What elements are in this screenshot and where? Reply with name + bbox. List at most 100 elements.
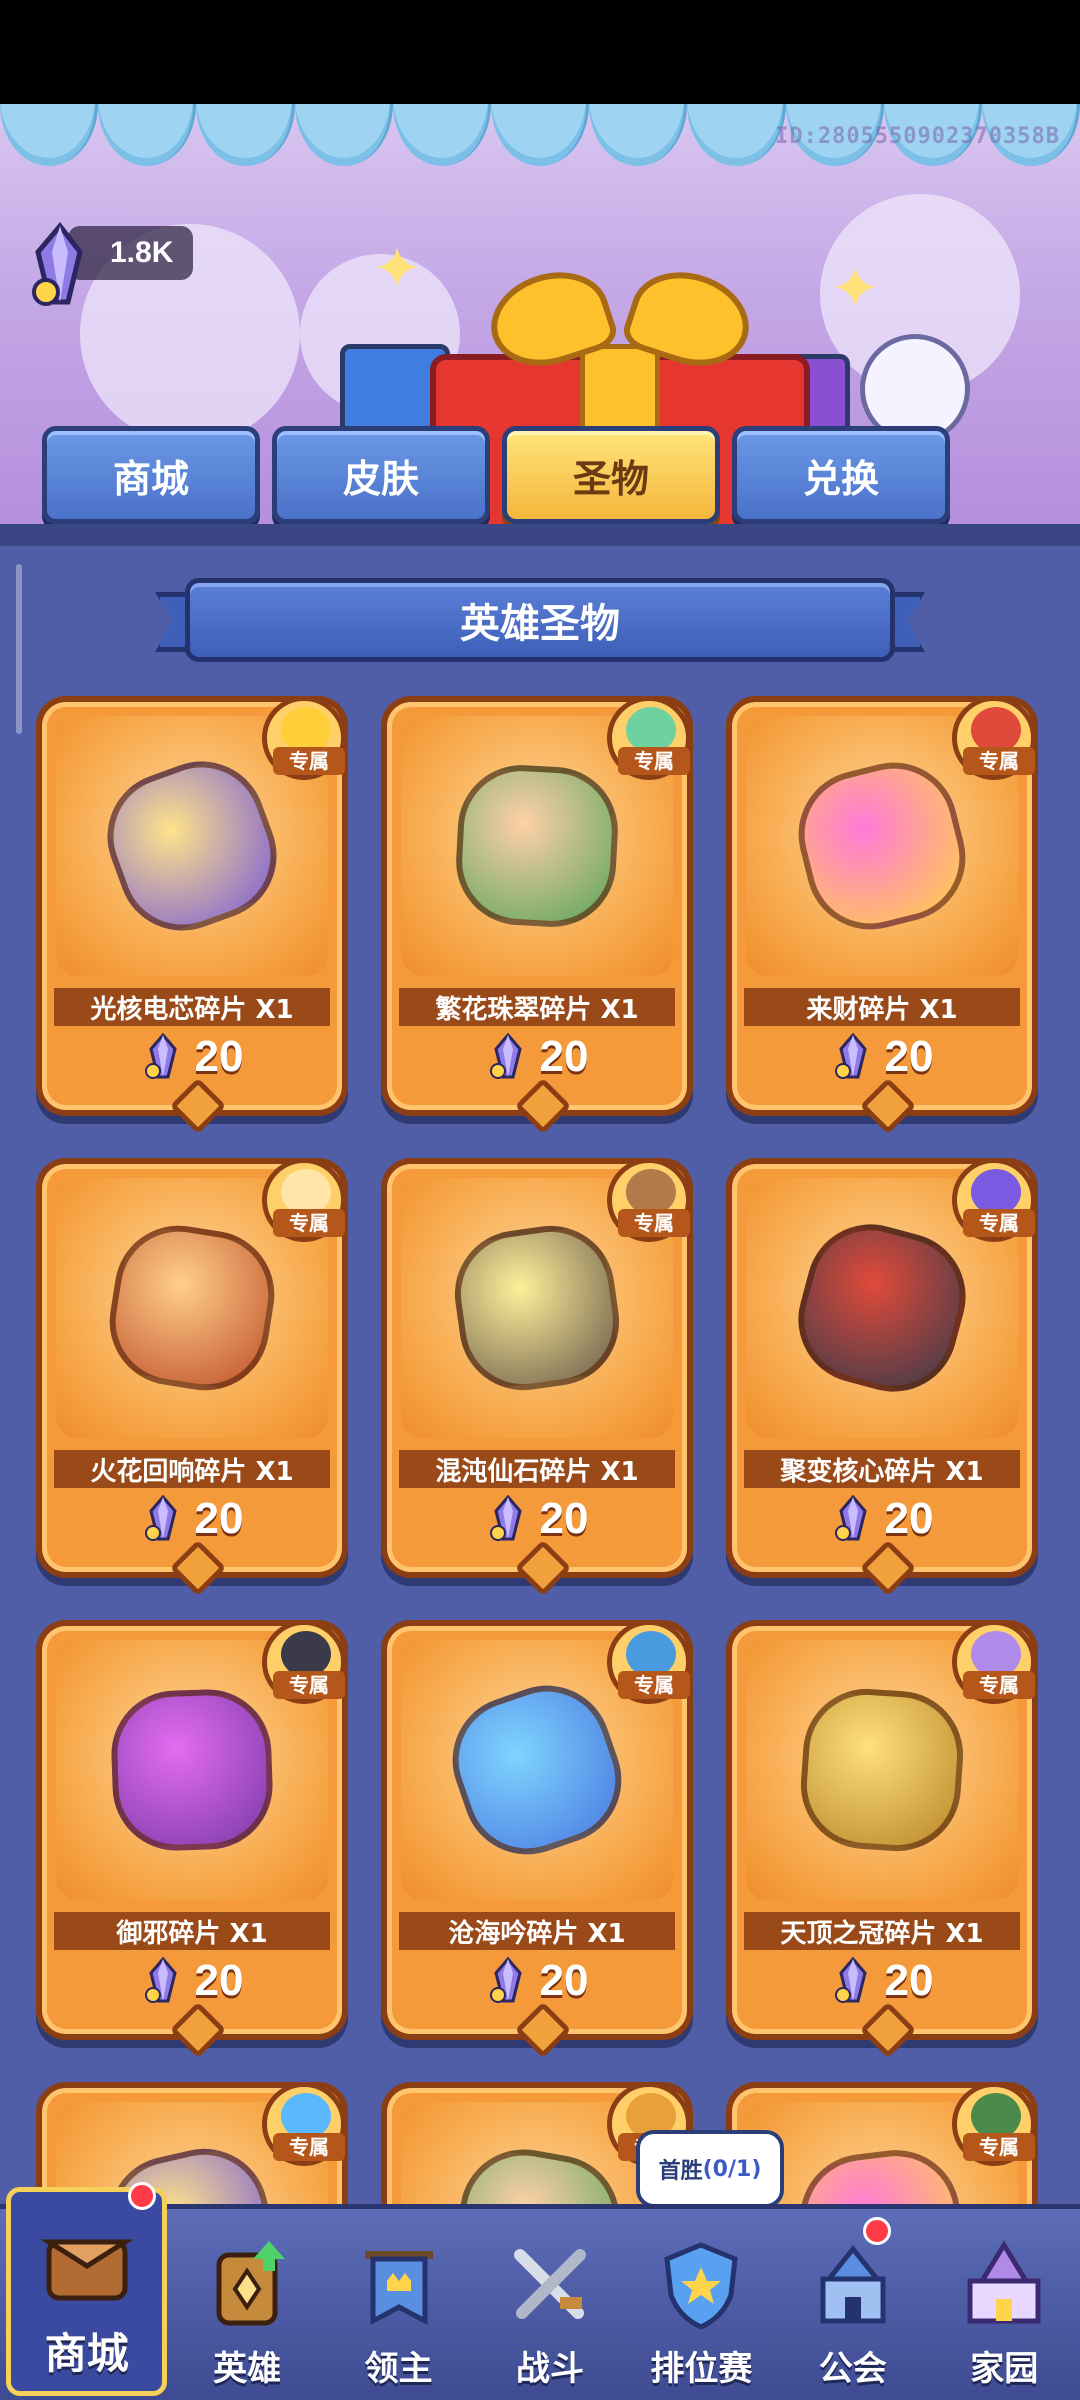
price-value: 20 [884, 1032, 934, 1081]
card-gem-decoration [169, 1077, 227, 1135]
relic-card[interactable]: 专属来财碎片 X1 20 [726, 696, 1038, 1135]
exclusive-tag: 专属 [273, 1209, 345, 1237]
first-win-label: 首胜 [658, 2159, 703, 2184]
relic-card[interactable]: 专属 繁花珠翠碎片 X1 20 [381, 696, 693, 1135]
shop-icon [40, 2239, 134, 2301]
price-value: 20 [539, 1494, 589, 1543]
card-gem-decoration [514, 2001, 572, 2059]
card-gem-decoration [514, 1077, 572, 1135]
relic-price[interactable]: 20 [42, 1494, 342, 1544]
tab-relics[interactable]: 圣物 [502, 426, 720, 524]
relic-name: 火花回响碎片 X1 [54, 1450, 330, 1488]
relic-price[interactable]: 20 [732, 1032, 1032, 1082]
relic-card[interactable]: 专属火花回响碎片 X1 20 [36, 1158, 348, 1597]
relic-card[interactable]: 专属 [36, 2082, 348, 2204]
tab-skins[interactable]: 皮肤 [272, 426, 490, 524]
price-value: 20 [539, 1032, 589, 1081]
price-value: 20 [539, 1956, 589, 2005]
relic-shop-content[interactable]: 英雄圣物 专属 光核电芯碎片 X1 20 专属 繁花珠翠碎片 X1 20 专属 来财碎片 X1… [0, 524, 1080, 2204]
nav-ranked[interactable]: 排位赛 [626, 2209, 777, 2400]
home-castle-icon [967, 2240, 1041, 2324]
exclusive-hero-badge: 专属 [952, 1620, 1036, 1704]
relic-name: 沧海吟碎片 X1 [399, 1912, 675, 1950]
exclusive-hero-badge: 专属 [262, 2082, 346, 2166]
crystal-currency-icon [489, 1957, 522, 2003]
exclusive-tag: 专属 [963, 2133, 1035, 2161]
nav-hero[interactable]: 英雄 [171, 2209, 322, 2400]
section-header: 英雄圣物 [155, 570, 925, 670]
currency-display[interactable]: 1.8K [20, 222, 194, 306]
exclusive-hero-badge: 专属 [607, 1620, 691, 1704]
relic-price[interactable]: 20 [42, 1956, 342, 2006]
sparkle-icon: ✦ [830, 254, 881, 324]
exclusive-tag: 专属 [273, 2133, 345, 2161]
crystal-currency-icon [144, 1033, 177, 1079]
nav-battle[interactable]: 战斗 [474, 2209, 625, 2400]
relic-name: 天顶之冠碎片 X1 [744, 1912, 1020, 1950]
card-gem-decoration [169, 2001, 227, 2059]
sparkle-icon: ✦ [372, 234, 423, 304]
relic-name: 聚变核心碎片 X1 [744, 1450, 1020, 1488]
card-gem-decoration [859, 1077, 917, 1135]
relic-price[interactable]: 20 [732, 1956, 1032, 2006]
relic-price[interactable]: 20 [387, 1032, 687, 1082]
exclusive-hero-badge: 专属 [952, 696, 1036, 780]
tab-shop[interactable]: 商城 [42, 426, 260, 524]
crystal-currency-icon [489, 1495, 522, 1541]
exclusive-tag: 专属 [273, 1671, 345, 1699]
exclusive-hero-badge: 专属 [952, 1158, 1036, 1242]
crystal-currency-icon [834, 1957, 867, 2003]
exclusive-hero-badge: 专属 [607, 1158, 691, 1242]
price-value: 20 [194, 1032, 244, 1081]
section-title: 英雄圣物 [185, 578, 895, 662]
nav-shop[interactable]: 商城 [6, 2182, 168, 2396]
crystal-currency-icon [834, 1033, 867, 1079]
first-win-tooltip: 首胜 (0/1) [636, 2130, 784, 2208]
card-gem-decoration [859, 2001, 917, 2059]
relic-price[interactable]: 20 [732, 1494, 1032, 1544]
crystal-currency-icon [144, 1957, 177, 2003]
notification-dot [862, 2217, 891, 2245]
relic-name: 来财碎片 X1 [744, 988, 1020, 1026]
relic-name: 混沌仙石碎片 X1 [399, 1450, 675, 1488]
crystal-currency-icon [32, 222, 83, 306]
relic-card[interactable]: 专属沧海吟碎片 X1 20 [381, 1620, 693, 2059]
relic-card[interactable]: 专属御邪碎片 X1 20 [36, 1620, 348, 2059]
relic-price[interactable]: 20 [387, 1956, 687, 2006]
user-id-watermark: ID:2805550902370358B [775, 124, 1060, 149]
exclusive-hero-badge: 专属 [607, 696, 691, 780]
crystal-currency-icon [144, 1495, 177, 1541]
exclusive-hero-badge: 专属 [952, 2082, 1036, 2166]
first-win-progress: (0/1) [702, 2156, 762, 2182]
exclusive-tag: 专属 [273, 747, 345, 775]
relic-card[interactable]: 专属光核电芯碎片 X1 20 [36, 696, 348, 1135]
tab-exchange[interactable]: 兑换 [732, 426, 950, 524]
exclusive-tag: 专属 [618, 1671, 690, 1699]
bottom-navigation: 商城 英雄 领主 战斗 排位赛 公会 家园 [0, 2182, 1080, 2400]
hero-card-icon [216, 2241, 286, 2326]
nav-home[interactable]: 家园 [929, 2209, 1080, 2400]
relic-name: 御邪碎片 X1 [54, 1912, 330, 1950]
nav-lord[interactable]: 领主 [323, 2209, 474, 2400]
exclusive-tag: 专属 [618, 1209, 690, 1237]
nav-guild[interactable]: 公会 [777, 2209, 928, 2400]
card-gem-decoration [859, 1539, 917, 1597]
relic-price[interactable]: 20 [387, 1494, 687, 1544]
notification-dot [128, 2182, 157, 2210]
crossed-swords-icon [513, 2249, 586, 2319]
price-value: 20 [884, 1494, 934, 1543]
exclusive-tag: 专属 [963, 1209, 1035, 1237]
exclusive-hero-badge: 专属 [262, 1620, 346, 1704]
relic-card[interactable]: 专属混沌仙石碎片 X1 20 [381, 1158, 693, 1597]
guild-castle-icon [820, 2244, 886, 2324]
price-value: 20 [194, 1956, 244, 2005]
relic-name: 光核电芯碎片 X1 [54, 988, 330, 1026]
relic-card[interactable]: 专属聚变核心碎片 X1 20 [726, 1158, 1038, 1597]
scrollbar[interactable] [16, 564, 22, 734]
relic-price[interactable]: 20 [42, 1032, 342, 1082]
exclusive-hero-badge: 专属 [262, 1158, 346, 1242]
exclusive-tag: 专属 [618, 747, 690, 775]
exclusive-hero-badge: 专属 [262, 696, 346, 780]
rank-shield-icon [664, 2242, 739, 2330]
relic-card[interactable]: 专属天顶之冠碎片 X1 20 [726, 1620, 1038, 2059]
